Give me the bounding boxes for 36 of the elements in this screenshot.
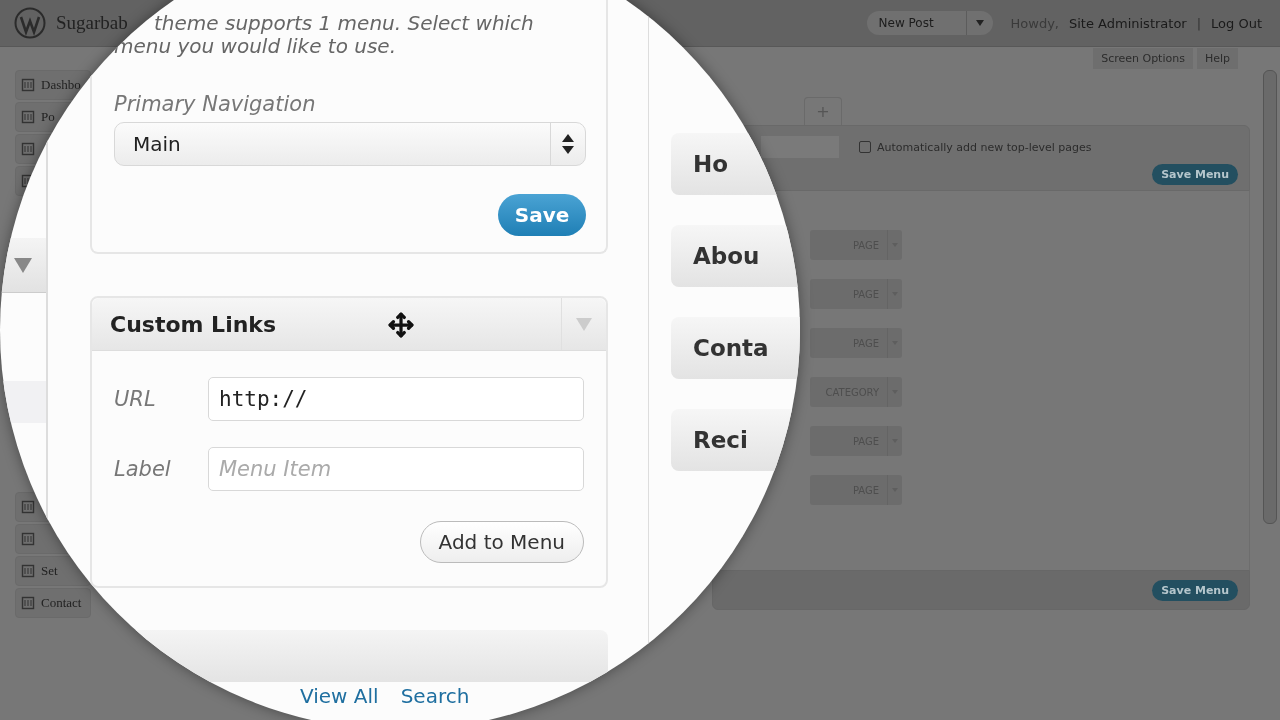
save-menu-button[interactable]: Save Menu	[1152, 579, 1238, 601]
add-to-menu-button[interactable]: Add to Menu	[419, 521, 584, 563]
field-label: URL	[114, 387, 157, 411]
menu-item[interactable]: Abou	[671, 225, 800, 287]
select-arrows-icon	[561, 133, 575, 155]
site-title: Sugarbab	[56, 12, 128, 34]
save-button[interactable]: Save	[498, 194, 586, 236]
url-field[interactable]: http://	[208, 377, 584, 421]
add-menu-tab[interactable]: +	[804, 97, 842, 125]
screen-tab[interactable]: Screen Options	[1093, 48, 1193, 69]
tab-link[interactable]: Search	[400, 684, 470, 708]
collapse-icon[interactable]	[576, 317, 592, 331]
move-cursor-icon	[388, 312, 414, 338]
collapse-icon[interactable]	[14, 257, 32, 273]
location-label: Primary Navigation	[114, 92, 317, 116]
separator: |	[1196, 15, 1202, 31]
checkbox-label: Automatically add new top-level pages	[877, 140, 1092, 154]
field-label: Label	[114, 457, 172, 481]
logout-link[interactable]: Log Out	[1211, 15, 1262, 31]
screen-tab[interactable]: Help	[1196, 48, 1238, 69]
tab-link[interactable]: View All	[300, 684, 379, 708]
menu-item[interactable]: Conta	[671, 317, 800, 379]
checkbox[interactable]	[859, 141, 871, 153]
sidebar-item[interactable]: Contact	[15, 588, 91, 618]
user-link[interactable]: Site Administrator	[1068, 15, 1187, 31]
intro-text: theme supports 1 menu. Select which	[154, 12, 534, 35]
new-post-dropdown[interactable]: New Post	[866, 11, 993, 35]
wordpress-logo	[14, 7, 46, 39]
sidebar-item[interactable]: Dashbo	[15, 70, 91, 100]
menu-name-field[interactable]	[761, 136, 839, 158]
label-field[interactable]: Menu Item	[208, 447, 584, 491]
save-menu-button[interactable]: Save Menu	[1152, 164, 1238, 185]
panel-title: Custom Links	[110, 311, 277, 337]
scrollbar[interactable]	[1263, 70, 1277, 524]
caret-icon	[975, 20, 984, 26]
menu-select[interactable]: Main	[114, 122, 586, 166]
